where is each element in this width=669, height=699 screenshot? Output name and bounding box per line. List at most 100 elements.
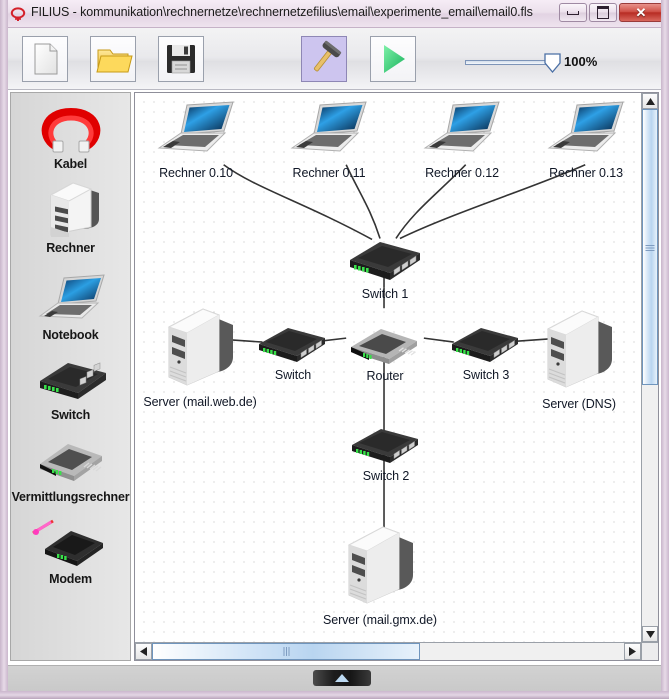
play-arrow-icon — [384, 45, 405, 73]
sidebar-item-rechner[interactable]: Rechner — [11, 181, 130, 255]
window-border-right — [661, 0, 669, 699]
status-bar — [8, 665, 661, 691]
main-area: Kabel Rechner Notebook Switch Vermittlun… — [8, 90, 661, 665]
sidebar-item-switch[interactable]: Switch — [11, 348, 130, 422]
expand-panel-button[interactable] — [313, 670, 371, 686]
hammer-icon — [314, 40, 342, 72]
scrollbar-corner — [641, 642, 658, 660]
scroll-grip-icon — [645, 238, 655, 256]
maximize-button[interactable] — [589, 3, 617, 22]
save-file-button[interactable] — [158, 36, 204, 82]
node-label: Server (mail.gmx.de) — [323, 613, 437, 627]
server-tower-icon — [546, 310, 612, 388]
sidebar-item-label: Switch — [50, 408, 91, 422]
zoom-slider-track[interactable] — [465, 60, 553, 65]
node-switch-2[interactable]: Switch 2 — [346, 421, 426, 483]
chevron-up-icon — [335, 674, 349, 682]
sidebar-item-notebook[interactable]: Notebook — [11, 268, 130, 342]
node-server-mailwebde[interactable]: Server (mail.web.de) — [143, 305, 257, 409]
application-window: FILIUS - kommunikation\rechnernetze\rech… — [0, 0, 669, 699]
canvas-vertical-scrollbar[interactable] — [641, 93, 658, 642]
sidebar-item-kabel[interactable]: Kabel — [11, 97, 130, 171]
chevron-right-icon — [629, 647, 636, 656]
node-rechner-0-13[interactable]: Rechner 0.13 — [541, 98, 631, 180]
title-bar[interactable]: FILIUS - kommunikation\rechnernetze\rech… — [0, 0, 669, 28]
node-switch-3[interactable]: Switch 3 — [446, 320, 526, 382]
sidebar-item-label: Notebook — [42, 328, 99, 342]
minimize-icon — [560, 4, 586, 21]
canvas-horizontal-scrollbar[interactable] — [135, 642, 641, 660]
laptop-icon — [157, 101, 234, 152]
switch-icon — [350, 242, 420, 280]
laptop-icon — [547, 101, 624, 152]
node-label: Rechner 0.12 — [425, 166, 499, 180]
sidebar-item-label: Vermittlungsrechner — [11, 490, 130, 504]
node-router[interactable]: Router — [343, 321, 427, 383]
node-rechner-0-12[interactable]: Rechner 0.12 — [417, 98, 507, 180]
node-label: Switch 1 — [361, 287, 409, 301]
vertical-scroll-thumb[interactable] — [642, 109, 658, 385]
node-label: Switch 2 — [362, 469, 410, 483]
server-tower-icon — [347, 526, 413, 604]
node-switch-1[interactable]: Switch 1 — [342, 234, 428, 301]
open-folder-icon — [96, 49, 133, 73]
new-file-button[interactable] — [22, 36, 68, 82]
sidebar-item-modem[interactable]: Modem — [11, 512, 130, 586]
scroll-up-button[interactable] — [642, 93, 658, 109]
horizontal-scroll-thumb[interactable] — [152, 643, 420, 660]
chevron-up-icon — [645, 97, 655, 105]
floppy-disk-icon — [167, 45, 195, 74]
switch-icon — [11, 348, 130, 410]
node-label: Rechner 0.10 — [159, 166, 233, 180]
toolbar: 100% — [8, 28, 661, 90]
switch-icon — [352, 429, 418, 463]
filius-logo-icon — [10, 6, 26, 22]
scroll-down-button[interactable] — [642, 626, 658, 642]
router-icon — [11, 430, 130, 492]
network-canvas-container: Rechner 0.10 Rechner 0.11 Rechner 0.12 R… — [134, 92, 659, 661]
node-label: Server (mail.web.de) — [143, 395, 257, 409]
window-title: FILIUS - kommunikation\rechnernetze\rech… — [31, 5, 533, 19]
sidebar-item-label: Kabel — [53, 157, 88, 171]
zoom-slider[interactable]: 100% — [465, 50, 605, 74]
desktop-tower-icon — [11, 181, 130, 243]
node-label: Router — [366, 369, 404, 383]
close-button[interactable]: ✕ — [619, 3, 663, 22]
switch-icon — [452, 328, 518, 362]
chevron-down-icon — [645, 630, 655, 638]
window-controls: ✕ — [559, 3, 663, 22]
design-mode-button[interactable] — [301, 36, 347, 82]
sidebar-item-label: Modem — [49, 572, 92, 586]
node-server-mailgmxde[interactable]: Server (mail.gmx.de) — [323, 523, 437, 627]
node-label: Switch 3 — [462, 368, 510, 382]
zoom-slider-thumb[interactable] — [544, 53, 561, 74]
node-server-dns[interactable]: Server (DNS) — [536, 307, 622, 411]
network-canvas[interactable]: Rechner 0.10 Rechner 0.11 Rechner 0.12 R… — [135, 93, 641, 642]
modem-icon — [11, 512, 130, 574]
laptop-icon — [290, 101, 367, 152]
window-border-left — [0, 0, 8, 699]
component-palette: Kabel Rechner Notebook Switch Vermittlun… — [10, 92, 131, 661]
node-rechner-0-11[interactable]: Rechner 0.11 — [284, 98, 374, 180]
chevron-left-icon — [140, 647, 147, 656]
scroll-left-button[interactable] — [135, 643, 152, 660]
laptop-icon — [423, 101, 500, 152]
switch-icon — [259, 328, 325, 362]
network-cable-icon — [11, 97, 130, 159]
sidebar-item-vermittlungsrechner[interactable]: Vermittlungsrechner — [11, 430, 130, 504]
node-rechner-0-10[interactable]: Rechner 0.10 — [151, 98, 241, 180]
scroll-grip-icon — [283, 643, 290, 661]
window-border-bottom — [0, 691, 669, 699]
server-tower-icon — [167, 308, 233, 386]
node-label: Switch — [274, 368, 312, 382]
router-icon — [351, 329, 417, 364]
open-file-button[interactable] — [90, 36, 136, 82]
node-switch[interactable]: Switch — [253, 320, 333, 382]
node-label: Rechner 0.13 — [549, 166, 623, 180]
laptop-icon — [11, 268, 130, 330]
zoom-level-label: 100% — [564, 54, 598, 69]
simulation-mode-button[interactable] — [370, 36, 416, 82]
scroll-right-button[interactable] — [624, 643, 641, 660]
node-label: Rechner 0.11 — [292, 166, 366, 180]
minimize-button[interactable] — [559, 3, 587, 22]
